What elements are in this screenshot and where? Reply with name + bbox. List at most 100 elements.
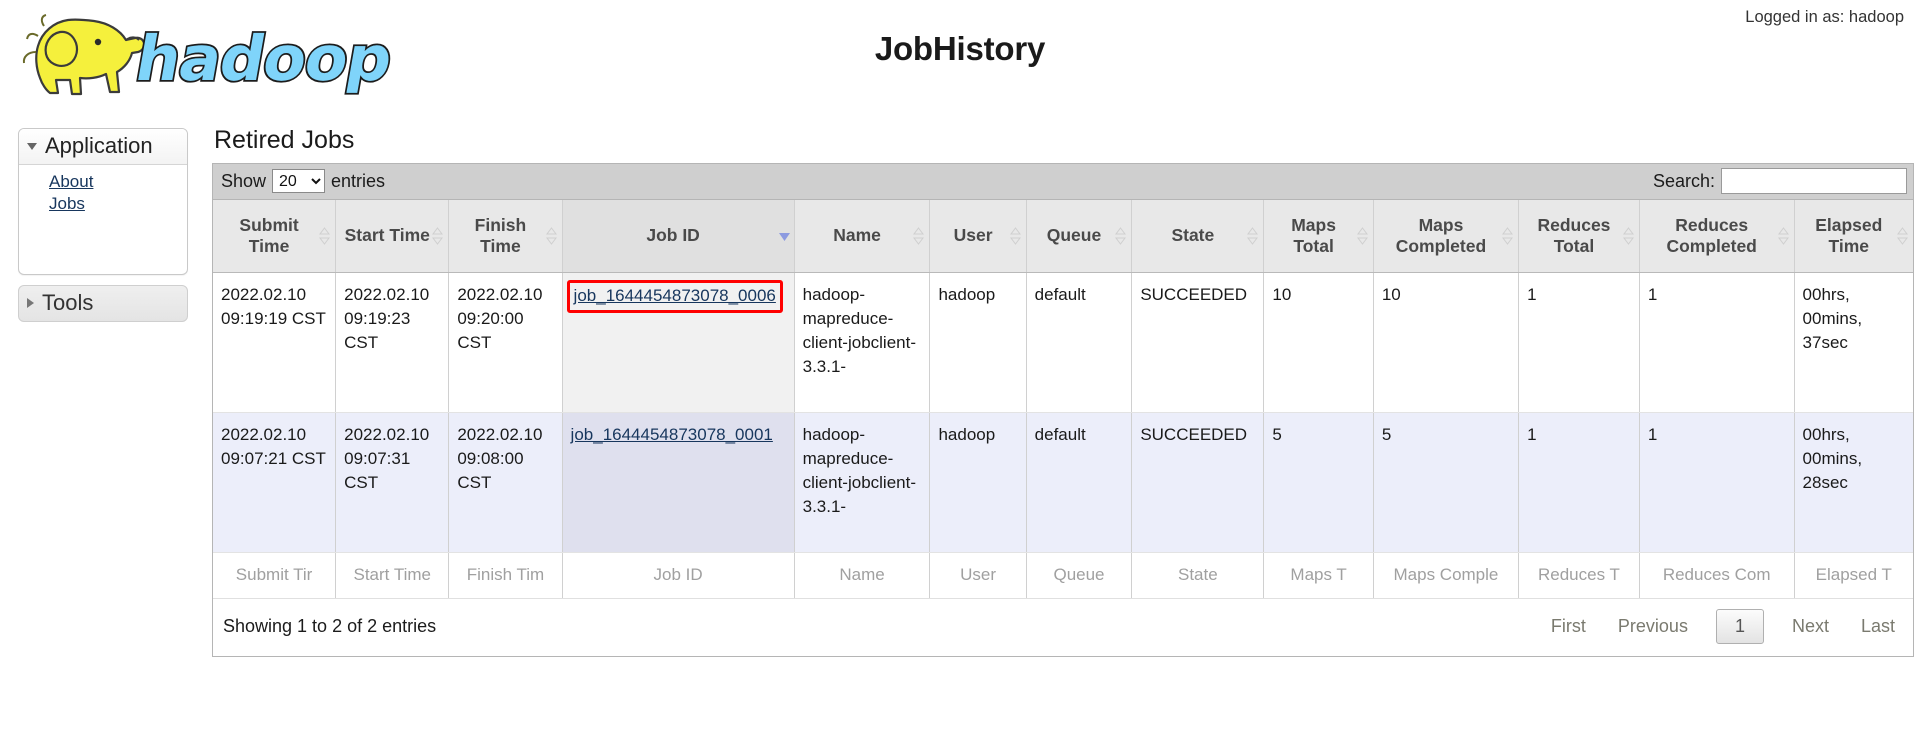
col-header-label: Name: [833, 225, 881, 246]
col-header-reduces-total[interactable]: Reduces Total: [1518, 200, 1640, 273]
col-header-label: Start Time: [344, 225, 430, 246]
cell-queue: default: [1025, 412, 1132, 553]
nav-section-application-body: About Jobs: [19, 165, 187, 274]
entries-info: Showing 1 to 2 of 2 entries: [223, 615, 437, 636]
logged-in-user: Logged in as: hadoop: [1745, 8, 1904, 26]
table-row: 2022.02.10 09:19:19 CST 2022.02.10 09:19…: [213, 272, 1913, 413]
col-header-label: Submit Time: [239, 215, 299, 256]
jobs-table-foot: Submit Tir Start Time Finish Tim Job ID …: [213, 551, 1913, 598]
job-id-link[interactable]: job_1644454873078_0006: [574, 286, 776, 305]
cell-reduces-total: 1: [1518, 272, 1640, 413]
cell-name: hadoop-mapreduce-client-jobclient-3.3.1-: [793, 412, 930, 553]
sort-icon: [1622, 226, 1634, 245]
col-header-label: Maps Completed: [1395, 215, 1487, 256]
cell-maps-total: 10: [1263, 272, 1374, 413]
col-header-state[interactable]: State: [1131, 200, 1264, 273]
col-header-queue[interactable]: Queue: [1025, 200, 1132, 273]
cell-state: SUCCEEDED: [1131, 272, 1264, 413]
sort-icon: [1009, 226, 1021, 245]
sort-icon: [1897, 226, 1908, 245]
sort-icon: [432, 226, 444, 245]
sort-icon: [1115, 226, 1127, 245]
foot-submit-time: Submit Tir: [213, 551, 336, 598]
jobs-table: Submit Time Start Time Finish Time Job I…: [213, 200, 1913, 598]
jobs-table-body: 2022.02.10 09:19:19 CST 2022.02.10 09:19…: [213, 272, 1913, 553]
cell-submit-time: 2022.02.10 09:19:19 CST: [213, 272, 336, 413]
col-header-label: Job ID: [646, 225, 700, 246]
cell-start-time: 2022.02.10 09:19:23 CST: [335, 272, 449, 413]
search-label: Search:: [1652, 170, 1715, 191]
job-id-annotation-box: job_1644454873078_0006: [566, 279, 783, 313]
nav-section-application: Application About Jobs: [18, 128, 188, 275]
col-header-label: Queue: [1046, 225, 1102, 246]
main-content: Retired Jobs Show 20406080100 entries Se…: [212, 126, 1914, 657]
pagination-next[interactable]: Next: [1788, 614, 1833, 639]
sidebar-item-about[interactable]: About: [49, 171, 93, 193]
job-id-link[interactable]: job_1644454873078_0001: [571, 425, 773, 444]
cell-finish-time: 2022.02.10 09:20:00 CST: [448, 272, 563, 413]
page-length-control: Show 20406080100 entries: [221, 169, 385, 193]
col-header-label: Reduces Completed: [1666, 215, 1757, 256]
jobs-datatable-wrapper: Show 20406080100 entries Search:: [212, 163, 1914, 657]
nav-section-tools[interactable]: Tools: [18, 284, 188, 322]
datatable-footer: Showing 1 to 2 of 2 entries First Previo…: [213, 597, 1913, 656]
foot-start-time: Start Time: [335, 551, 449, 598]
page-length-select[interactable]: 20406080100: [272, 169, 326, 193]
col-header-start-time[interactable]: Start Time: [335, 200, 449, 273]
foot-maps-completed: Maps Comple: [1372, 551, 1519, 598]
pagination-previous[interactable]: Previous: [1614, 614, 1692, 639]
nav-section-application-label: Application: [45, 133, 153, 158]
page-section-title: Retired Jobs: [214, 126, 355, 154]
sidebar: Application About Jobs Tools: [18, 128, 188, 322]
foot-elapsed-time: Elapsed T: [1793, 551, 1913, 598]
col-header-elapsed-time[interactable]: Elapsed Time: [1793, 200, 1913, 273]
sort-icon: [913, 226, 925, 245]
col-header-name[interactable]: Name: [793, 200, 930, 273]
col-header-label: User: [953, 225, 993, 246]
page-header: hadoop JobHistory Logged in as: hadoop: [0, 0, 1920, 112]
page-title: JobHistory: [874, 30, 1046, 67]
pagination-last[interactable]: Last: [1857, 614, 1899, 639]
cell-start-time: 2022.02.10 09:07:31 CST: [335, 412, 449, 553]
sort-icon: [1247, 226, 1259, 245]
nav-section-application-header[interactable]: Application: [19, 129, 187, 165]
cell-maps-completed: 5: [1372, 412, 1519, 553]
col-header-finish-time[interactable]: Finish Time: [448, 200, 563, 273]
pagination: First Previous 1 Next Last: [1547, 608, 1899, 644]
foot-name: Name: [793, 551, 930, 598]
col-header-submit-time[interactable]: Submit Time: [213, 200, 336, 273]
search-control: Search:: [1653, 168, 1907, 194]
sidebar-item-jobs[interactable]: Jobs: [49, 193, 85, 215]
foot-state: State: [1131, 551, 1264, 598]
col-header-job-id[interactable]: Job ID: [561, 200, 795, 273]
cell-reduces-total: 1: [1518, 412, 1640, 553]
col-header-label: State: [1171, 225, 1215, 246]
col-header-label: Finish Time: [474, 215, 527, 256]
cell-job-id: job_1644454873078_0001: [561, 412, 795, 553]
foot-reduces-completed: Reduces Com: [1638, 551, 1795, 598]
pagination-first[interactable]: First: [1547, 614, 1590, 639]
foot-finish-time: Finish Tim: [448, 551, 563, 598]
cell-name: hadoop-mapreduce-client-jobclient-3.3.1-: [793, 272, 930, 413]
show-label: Show: [221, 170, 267, 191]
col-header-user[interactable]: User: [929, 200, 1027, 273]
pagination-page-1[interactable]: 1: [1715, 608, 1764, 644]
chevron-right-icon: [27, 297, 34, 308]
col-header-maps-total[interactable]: Maps Total: [1263, 200, 1374, 273]
col-header-maps-completed[interactable]: Maps Completed: [1372, 200, 1519, 273]
cell-state: SUCCEEDED: [1131, 412, 1264, 553]
foot-job-id: Job ID: [561, 551, 795, 598]
col-header-label: Reduces Total: [1537, 215, 1611, 256]
sort-icon: [319, 226, 331, 245]
cell-elapsed-time: 00hrs, 00mins, 28sec: [1793, 412, 1913, 553]
cell-reduces-completed: 1: [1638, 272, 1795, 413]
search-input[interactable]: [1721, 168, 1907, 194]
cell-elapsed-time: 00hrs, 00mins, 37sec: [1793, 272, 1913, 413]
table-row: 2022.02.10 09:07:21 CST 2022.02.10 09:07…: [213, 412, 1913, 553]
foot-reduces-total: Reduces T: [1518, 551, 1640, 598]
sort-icon: [545, 226, 557, 245]
nav-section-tools-label: Tools: [42, 289, 94, 315]
col-header-reduces-completed[interactable]: Reduces Completed: [1638, 200, 1795, 273]
sort-desc-icon: [778, 227, 790, 245]
cell-reduces-completed: 1: [1638, 412, 1795, 553]
